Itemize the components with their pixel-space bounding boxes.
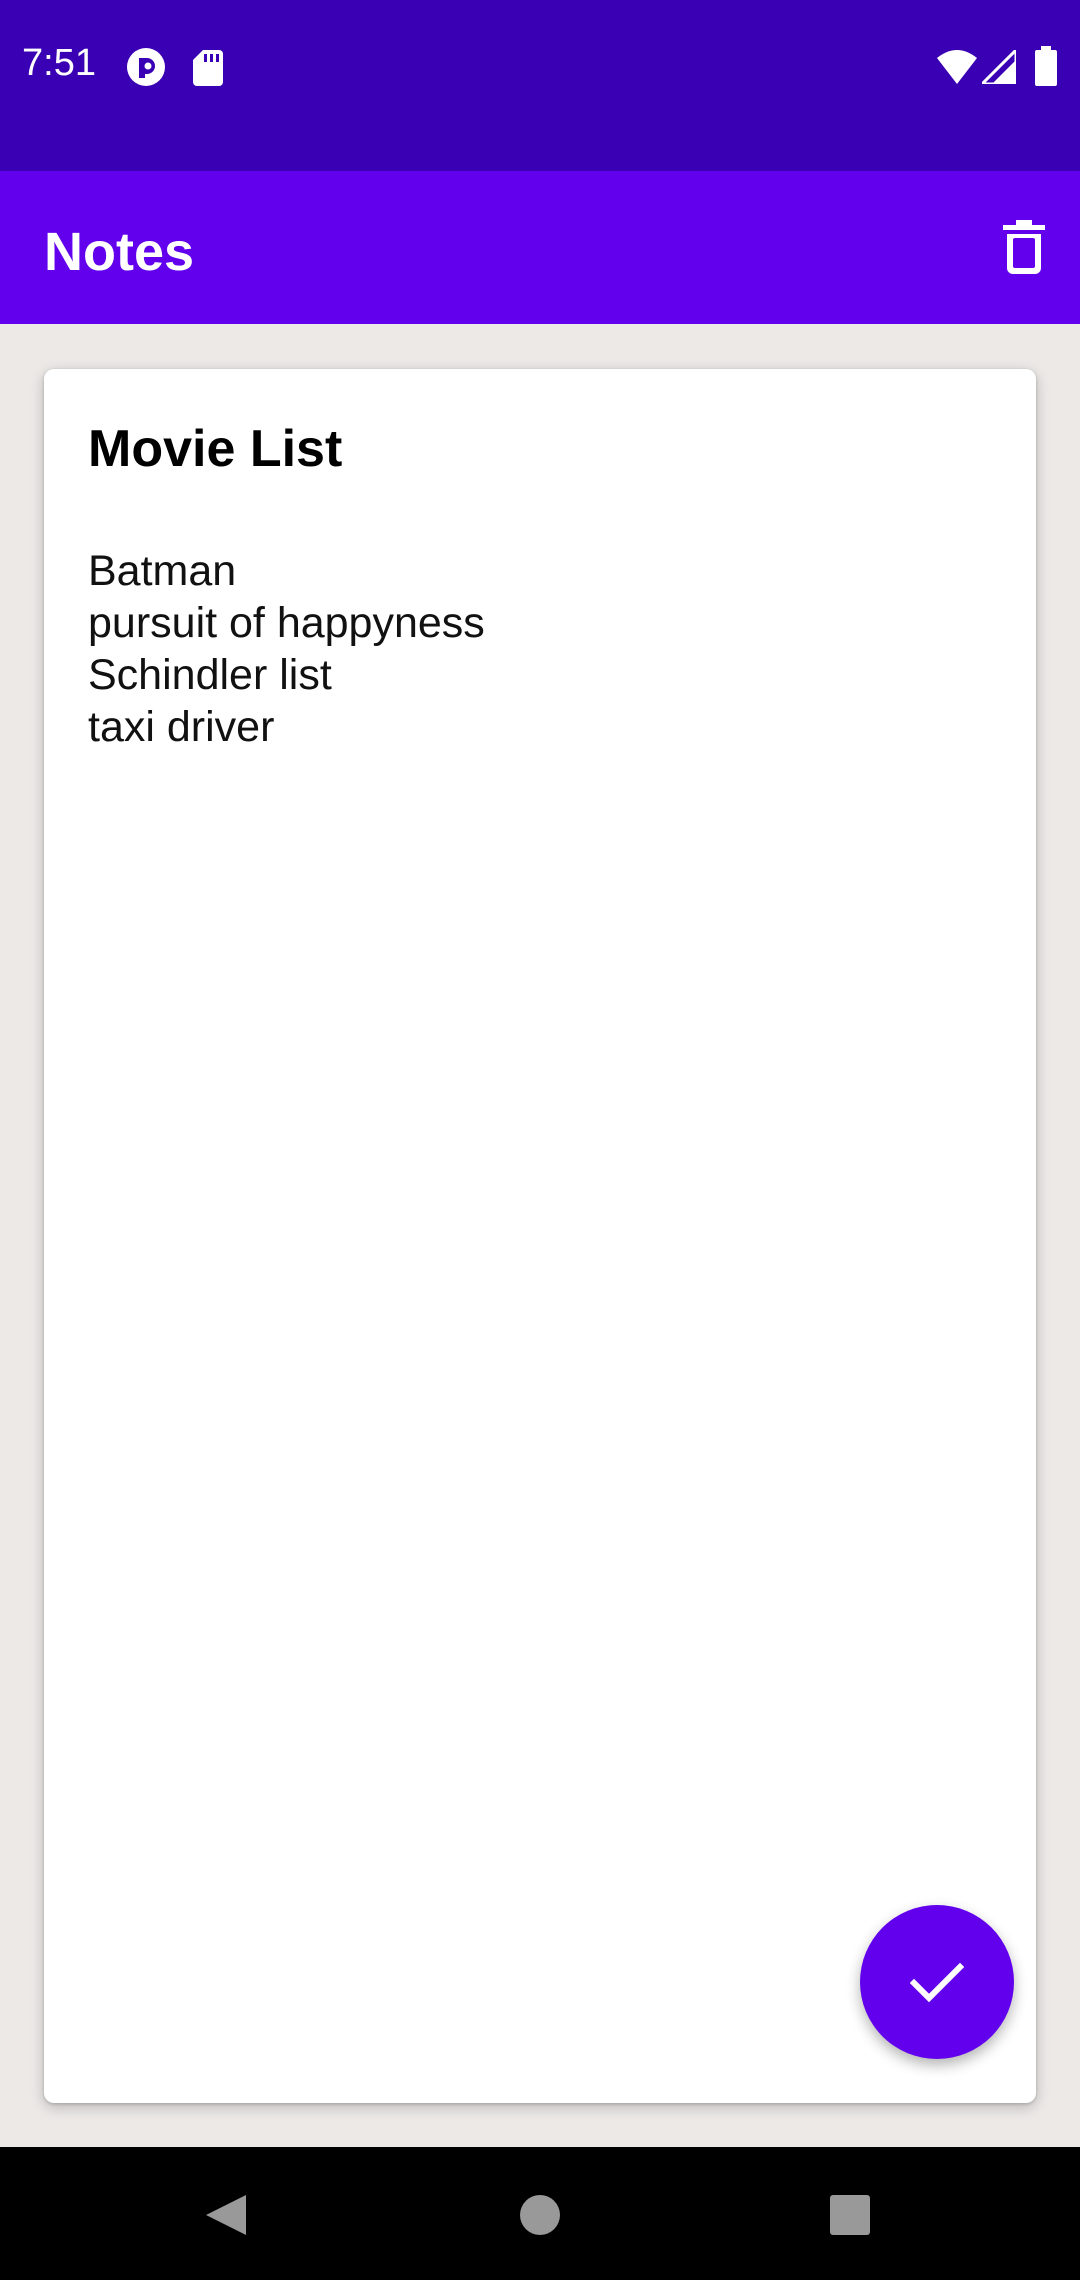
note-line: taxi driver <box>88 703 275 751</box>
delete-icon <box>1003 220 1045 274</box>
wifi-icon <box>937 50 977 84</box>
navigation-bar <box>0 2147 1080 2280</box>
note-card: Movie List Batman pursuit of happyness S… <box>44 369 1036 2103</box>
back-icon[interactable] <box>186 2175 266 2255</box>
recents-icon[interactable] <box>810 2175 890 2255</box>
note-line: Batman <box>88 547 237 595</box>
check-icon <box>910 1962 964 2003</box>
status-bar: 7:51 <box>0 0 1080 171</box>
save-note-button[interactable] <box>860 1905 1014 2059</box>
home-icon[interactable] <box>500 2175 580 2255</box>
cellular-signal-icon <box>982 50 1016 84</box>
note-line: pursuit of happyness <box>88 599 485 647</box>
note-line: Schindler list <box>88 651 332 699</box>
status-time: 7:51 <box>22 42 96 84</box>
notification-app-icon <box>127 48 165 86</box>
battery-icon <box>1035 46 1057 86</box>
delete-button[interactable] <box>986 209 1062 285</box>
app-bar: Notes <box>0 171 1080 324</box>
sd-card-icon <box>193 50 223 86</box>
note-body-field[interactable]: Batman pursuit of happyness Schindler li… <box>88 545 988 753</box>
app-title: Notes <box>44 222 195 282</box>
note-title-field[interactable]: Movie List <box>88 419 988 479</box>
